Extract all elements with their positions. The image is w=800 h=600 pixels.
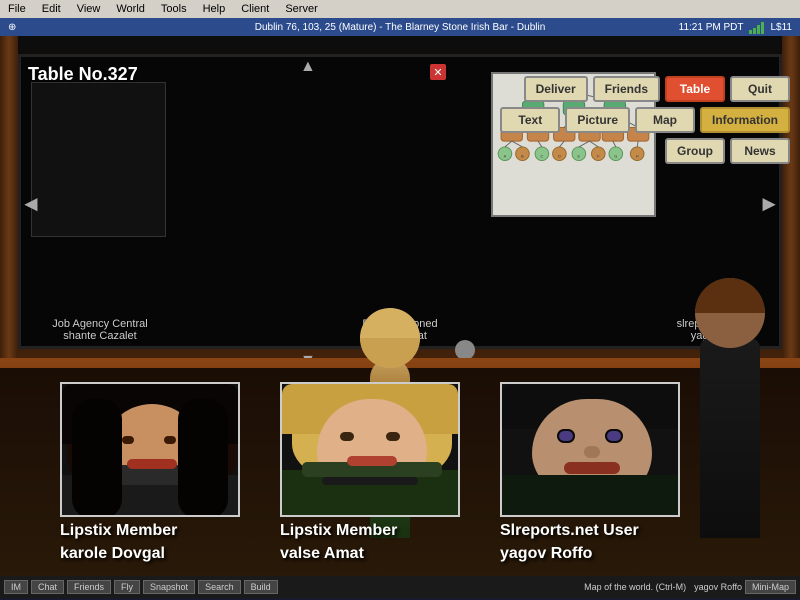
friends-button[interactable]: Friends [593, 76, 660, 102]
title-right: 11:21 PM PDT L$11 [679, 20, 792, 34]
close-button[interactable]: ✕ [430, 64, 446, 80]
character-name-yagov-line2: yagov Roffo [500, 544, 680, 563]
app-icon: ⊕ [8, 22, 16, 33]
taskbar-search[interactable]: Search [198, 580, 241, 594]
menu-client[interactable]: Client [237, 3, 273, 15]
menu-world[interactable]: World [112, 3, 149, 15]
taskbar-fly[interactable]: Fly [114, 580, 140, 594]
title-bar: ⊕ Dublin 76, 103, 25 (Mature) - The Blar… [0, 18, 800, 36]
time-display: 11:21 PM PDT [679, 22, 744, 33]
characters-area: Lipstix Member karole Dovgal [0, 368, 800, 598]
menu-help[interactable]: Help [199, 3, 230, 15]
menu-tools[interactable]: Tools [157, 3, 191, 15]
menu-view[interactable]: View [73, 3, 105, 15]
arrow-left-icon[interactable]: ◄ [20, 191, 42, 217]
portrait-yagov [500, 382, 680, 517]
taskbar-snapshot[interactable]: Snapshot [143, 580, 195, 594]
menu-edit[interactable]: Edit [38, 3, 65, 15]
picture-button[interactable]: Picture [565, 107, 630, 133]
taskbar-map-text[interactable]: Map of the world. (Ctrl-M) [584, 582, 686, 592]
caption-left: Job Agency Centralshante Cazalet [30, 318, 170, 342]
table-title: Table No.327 [28, 64, 138, 85]
character-name-yagov-line1: Slreports.net User [500, 521, 680, 540]
circle-button[interactable] [455, 340, 475, 360]
toolbar-row-3: Group News [500, 138, 790, 164]
table-button[interactable]: Table [665, 76, 725, 102]
taskbar-im[interactable]: IM [4, 580, 28, 594]
game-viewport: root [0, 36, 800, 598]
menu-bar: File Edit View World Tools Help Client S… [0, 0, 800, 18]
taskbar-minimap[interactable]: Mini-Map [745, 580, 796, 594]
background-character-right [680, 308, 780, 538]
character-card-karole: Lipstix Member karole Dovgal [60, 382, 240, 563]
character-name-karole-line2: karole Dovgal [60, 544, 240, 563]
quit-button[interactable]: Quit [730, 76, 790, 102]
pillar-left [0, 36, 18, 376]
character-card-yagov: Slreports.net User yagov Roffo [500, 382, 680, 563]
toolbar: Deliver Friends Table Quit Text Picture … [500, 76, 790, 164]
arrow-right-icon[interactable]: ► [758, 191, 780, 217]
deliver-button[interactable]: Deliver [524, 76, 588, 102]
taskbar-chat[interactable]: Chat [31, 580, 64, 594]
arrow-up-icon[interactable]: ▲ [300, 58, 316, 76]
news-button[interactable]: News [730, 138, 790, 164]
left-image-panel [31, 82, 166, 237]
character-name-valse-line1: Lipstix Member [280, 521, 460, 540]
window-title: Dublin 76, 103, 25 (Mature) - The Blarne… [255, 22, 546, 33]
taskbar-right: Map of the world. (Ctrl-M) yagov Roffo [584, 582, 742, 592]
information-button[interactable]: Information [700, 107, 790, 133]
currency-display: L$11 [770, 22, 792, 33]
menu-server[interactable]: Server [281, 3, 321, 15]
character-name-valse-line2: valse Amat [280, 544, 460, 563]
taskbar-friends[interactable]: Friends [67, 580, 111, 594]
toolbar-row-1: Deliver Friends Table Quit [500, 76, 790, 102]
map-button[interactable]: Map [635, 107, 695, 133]
menu-file[interactable]: File [4, 3, 30, 15]
text-button[interactable]: Text [500, 107, 560, 133]
taskbar-build[interactable]: Build [244, 580, 278, 594]
portrait-karole [60, 382, 240, 517]
taskbar: IM Chat Friends Fly Snapshot Search Buil… [0, 576, 800, 598]
taskbar-user: yagov Roffo [694, 582, 742, 592]
character-card-valse: Lipstix Member valse Amat [280, 382, 460, 563]
toolbar-row-2: Text Picture Map Information [500, 107, 790, 133]
portrait-valse [280, 382, 460, 517]
group-button[interactable]: Group [665, 138, 725, 164]
signal-icon [749, 20, 764, 34]
character-name-karole-line1: Lipstix Member [60, 521, 240, 540]
